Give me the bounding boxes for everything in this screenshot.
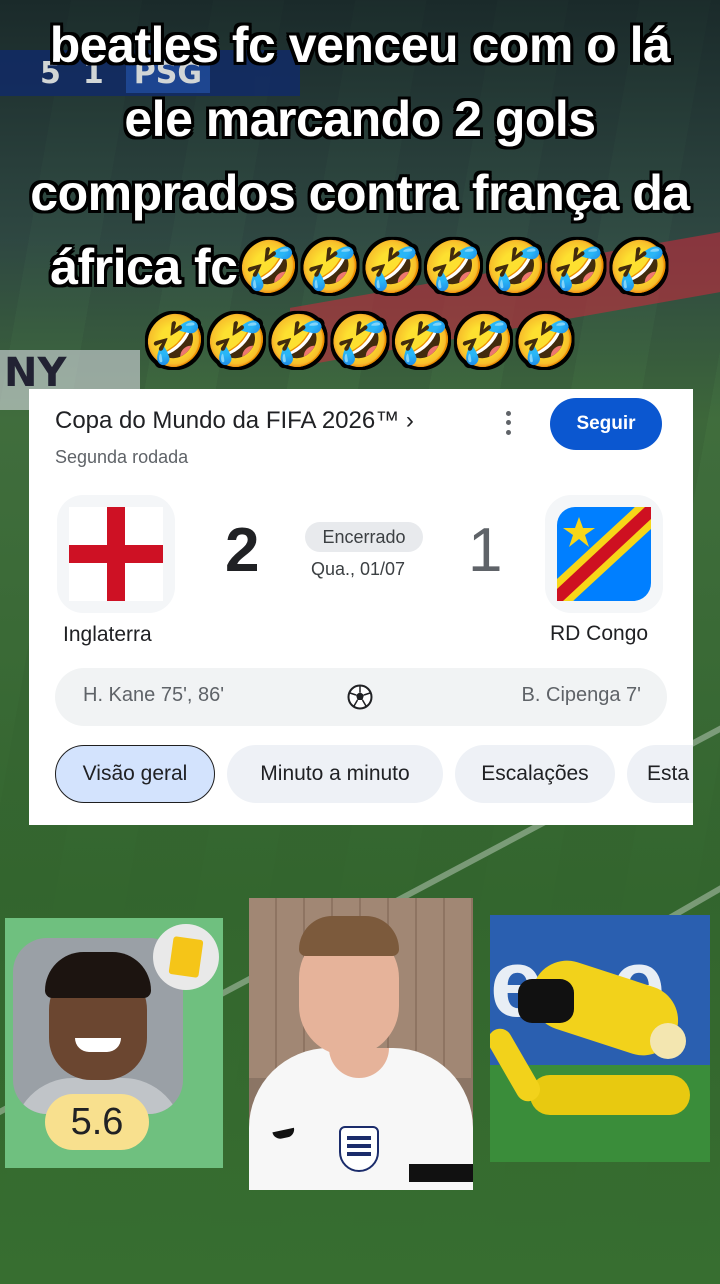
away-scorers: B. Cipenga 7'	[521, 684, 641, 706]
home-score: 2	[225, 516, 260, 585]
match-date: Qua., 01/07	[311, 559, 406, 579]
tab-lineups[interactable]: Escalações	[455, 745, 615, 803]
caption-line: 🤣🤣🤣🤣🤣🤣🤣	[143, 313, 577, 369]
england-crest-icon	[339, 1126, 379, 1172]
competition-title-link[interactable]: Copa do Mundo da FIFA 2026™ ›	[55, 407, 414, 435]
tab-minute-by-minute[interactable]: Minuto a minuto	[227, 745, 443, 803]
meme-caption: beatles fc venceu com o lá ele marcando …	[0, 8, 720, 378]
away-team-name[interactable]: RD Congo	[550, 622, 648, 646]
match-card: Copa do Mundo da FIFA 2026™ › Segunda ro…	[29, 389, 693, 825]
tab-stats[interactable]: Esta	[627, 745, 693, 803]
home-scorers: H. Kane 75', 86'	[83, 684, 225, 706]
match-status-badge: Encerrado	[305, 522, 423, 552]
away-score: 1	[468, 516, 503, 585]
england-flag-icon[interactable]	[57, 495, 175, 613]
soccer-ball-icon	[347, 684, 373, 710]
round-label: Segunda rodada	[55, 447, 189, 467]
dr-congo-flag-icon[interactable]	[545, 495, 663, 613]
caption-line: ele marcando 2 gols	[124, 91, 596, 147]
tab-overview[interactable]: Visão geral	[55, 745, 215, 803]
players-photo: ea e	[490, 915, 710, 1162]
match-tabs: Visão geral Minuto a minuto Escalações E…	[55, 745, 693, 807]
more-options-icon[interactable]	[499, 409, 517, 437]
caption-line: beatles fc venceu com o lá	[49, 17, 671, 73]
home-team-name[interactable]: Inglaterra	[63, 623, 152, 647]
caption-line: comprados contra frança da	[30, 165, 690, 221]
caption-line: áfrica fc🤣🤣🤣🤣🤣🤣🤣	[50, 239, 670, 295]
player-rating-image: 5.6	[5, 918, 223, 1168]
player-rating-badge: 5.6	[45, 1094, 149, 1150]
yellow-card-icon	[153, 924, 219, 990]
follow-button[interactable]: Seguir	[550, 398, 662, 450]
england-fan-photo	[249, 898, 473, 1190]
captain-armband	[409, 1164, 473, 1182]
goal-scorers-bar: H. Kane 75', 86' B. Cipenga 7'	[55, 668, 667, 726]
